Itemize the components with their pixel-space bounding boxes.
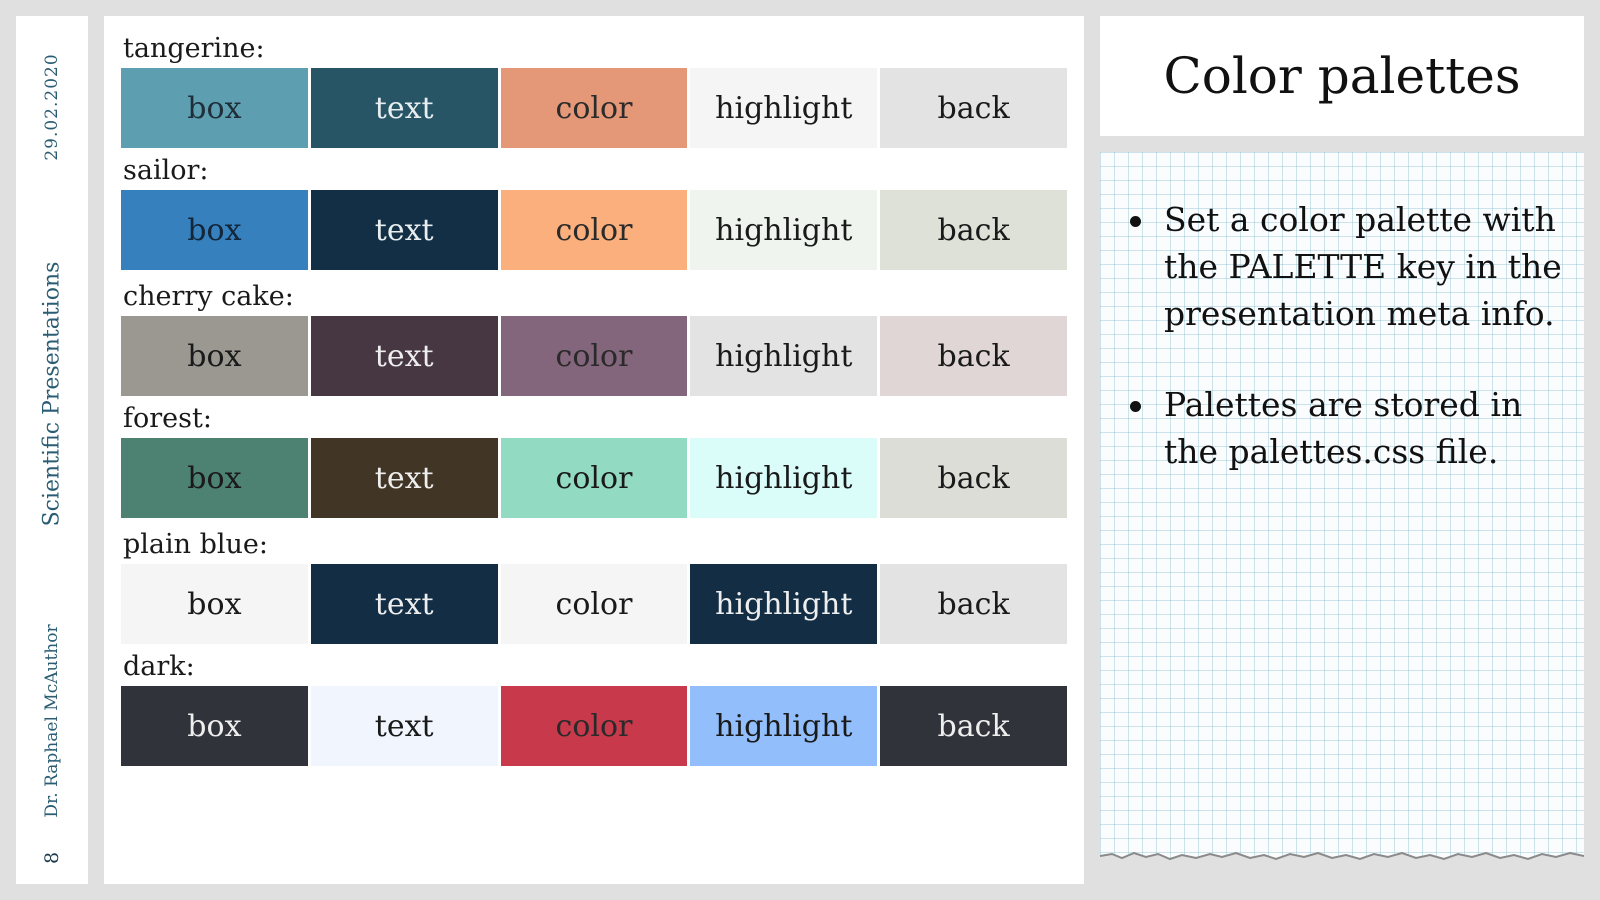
- swatch-highlight: highlight: [690, 316, 878, 396]
- swatch-highlight: highlight: [690, 686, 878, 766]
- swatch-back: back: [880, 438, 1067, 518]
- palette-label: forest:: [123, 403, 212, 434]
- swatch-text: text: [310, 190, 498, 270]
- torn-paper-edge: [1100, 852, 1584, 900]
- swatch-row: box text color highlight back: [121, 190, 1067, 270]
- swatch-color: color: [500, 68, 688, 148]
- swatch-color: color: [500, 564, 688, 644]
- palette-cherry-cake: cherry cake: box text color highlight ba…: [121, 278, 1067, 396]
- swatch-text: text: [310, 438, 498, 518]
- slide-title: Color palettes: [1163, 47, 1521, 105]
- swatch-box: box: [121, 316, 308, 396]
- swatch-text: text: [310, 564, 498, 644]
- swatch-color: color: [500, 190, 688, 270]
- page-number: 8: [41, 851, 63, 865]
- swatch-text: text: [310, 686, 498, 766]
- swatch-back: back: [880, 686, 1067, 766]
- palette-sailor: sailor: box text color highlight back: [121, 152, 1067, 270]
- palette-panel: tangerine: box text color highlight back…: [104, 16, 1084, 884]
- palette-label: tangerine:: [123, 33, 265, 64]
- swatch-color: color: [500, 686, 688, 766]
- swatch-box: box: [121, 190, 308, 270]
- bullet-item: Palettes are stored in the palettes.css …: [1128, 381, 1568, 475]
- palette-tangerine: tangerine: box text color highlight back: [121, 30, 1067, 148]
- bullet-dot-icon: [1130, 216, 1141, 227]
- bullet-item: Set a color palette with the PALETTE key…: [1128, 196, 1568, 337]
- swatch-row: box text color highlight back: [121, 316, 1067, 396]
- bullet-text: Palettes are stored in the palettes.css …: [1164, 385, 1523, 471]
- presentation-series-title: Scientific Presentations: [39, 261, 65, 527]
- bullet-text: Set a color palette with the PALETTE key…: [1164, 200, 1562, 333]
- palette-plain-blue: plain blue: box text color highlight bac…: [121, 526, 1067, 644]
- swatch-color: color: [500, 316, 688, 396]
- swatch-highlight: highlight: [690, 68, 878, 148]
- swatch-color: color: [500, 438, 688, 518]
- swatch-row: box text color highlight back: [121, 686, 1067, 766]
- swatch-box: box: [121, 564, 308, 644]
- palette-dark: dark: box text color highlight back: [121, 648, 1067, 766]
- swatch-back: back: [880, 190, 1067, 270]
- swatch-row: box text color highlight back: [121, 438, 1067, 518]
- swatch-highlight: highlight: [690, 190, 878, 270]
- swatch-highlight: highlight: [690, 564, 878, 644]
- title-card: Color palettes: [1100, 16, 1584, 136]
- author-name: Dr. Raphael McAuthor: [42, 624, 62, 818]
- palette-label: dark:: [123, 651, 195, 682]
- slide-date: 29.02.2020: [42, 53, 62, 161]
- swatch-text: text: [310, 68, 498, 148]
- bullet-list: Set a color palette with the PALETTE key…: [1128, 196, 1568, 519]
- swatch-text: text: [310, 316, 498, 396]
- swatch-highlight: highlight: [690, 438, 878, 518]
- swatch-row: box text color highlight back: [121, 68, 1067, 148]
- swatch-box: box: [121, 438, 308, 518]
- swatch-back: back: [880, 68, 1067, 148]
- palette-label: sailor:: [123, 155, 209, 186]
- swatch-back: back: [880, 564, 1067, 644]
- swatch-row: box text color highlight back: [121, 564, 1067, 644]
- slide-sidebar: 29.02.2020 Scientific Presentations Dr. …: [16, 16, 88, 884]
- palette-forest: forest: box text color highlight back: [121, 400, 1067, 518]
- palette-label: plain blue:: [123, 529, 269, 560]
- notes-panel: Set a color palette with the PALETTE key…: [1100, 152, 1584, 870]
- swatch-back: back: [880, 316, 1067, 396]
- palette-label: cherry cake:: [123, 281, 294, 312]
- swatch-box: box: [121, 68, 308, 148]
- swatch-box: box: [121, 686, 308, 766]
- bullet-dot-icon: [1130, 401, 1141, 412]
